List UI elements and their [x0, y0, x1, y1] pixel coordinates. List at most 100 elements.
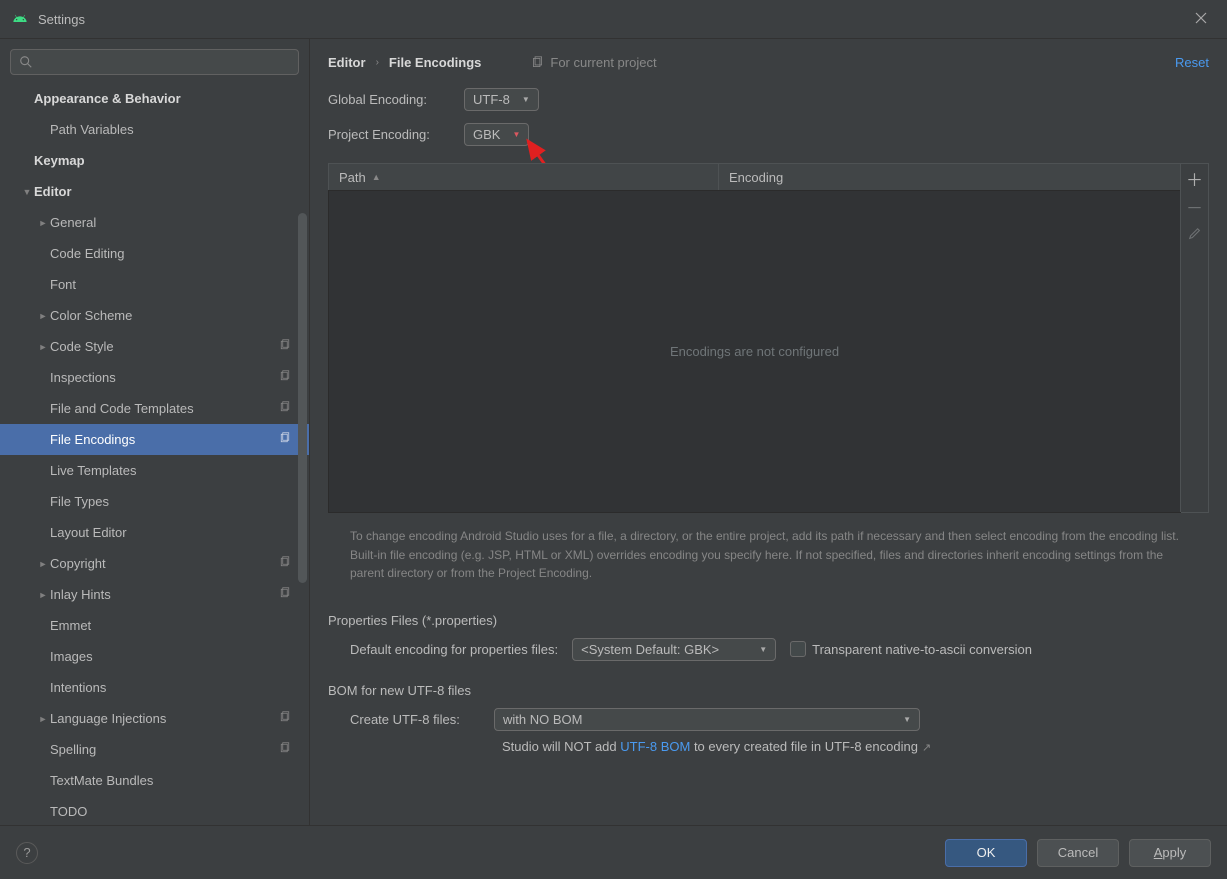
tree-item-images[interactable]: Images	[0, 641, 309, 672]
chevron-down-icon: ▼	[20, 187, 34, 197]
tree-item-label: Inspections	[50, 370, 279, 385]
tree-item-textmate-bundles[interactable]: TextMate Bundles	[0, 765, 309, 796]
scrollbar[interactable]	[298, 213, 307, 583]
tree-item-emmet[interactable]: Emmet	[0, 610, 309, 641]
copy-icon	[279, 742, 291, 757]
tree-item-inspections[interactable]: Inspections	[0, 362, 309, 393]
transparent-checkbox[interactable]: Transparent native-to-ascii conversion	[790, 641, 1032, 657]
tree-item-file-types[interactable]: File Types	[0, 486, 309, 517]
tree-item-file-and-code-templates[interactable]: File and Code Templates	[0, 393, 309, 424]
ok-button[interactable]: OK	[945, 839, 1027, 867]
chevron-right-icon: ►	[36, 714, 50, 724]
tree-item-label: Language Injections	[50, 711, 279, 726]
props-default-label: Default encoding for properties files:	[350, 642, 558, 657]
tree-item-label: Code Editing	[50, 246, 309, 261]
chevron-right-icon: ›	[376, 57, 379, 68]
reset-link[interactable]: Reset	[1175, 55, 1209, 70]
scope-label: For current project	[531, 55, 656, 70]
table-empty: Encodings are not configured	[328, 190, 1181, 513]
window-title: Settings	[38, 12, 85, 27]
tree-item-label: Live Templates	[50, 463, 309, 478]
close-icon[interactable]	[1187, 7, 1215, 31]
tree-item-label: Appearance & Behavior	[34, 91, 309, 106]
search-input[interactable]	[10, 49, 299, 75]
chevron-down-icon: ▼	[522, 95, 530, 104]
tree-item-todo[interactable]: TODO	[0, 796, 309, 825]
tree-item-live-templates[interactable]: Live Templates	[0, 455, 309, 486]
col-encoding[interactable]: Encoding	[719, 164, 1180, 190]
tree-item-language-injections[interactable]: ►Language Injections	[0, 703, 309, 734]
chevron-down-icon: ▼	[903, 715, 911, 724]
tree-item-general[interactable]: ►General	[0, 207, 309, 238]
utf8-bom-link[interactable]: UTF-8 BOM	[620, 739, 690, 754]
chevron-down-icon: ▼	[759, 645, 767, 654]
copy-icon	[279, 711, 291, 726]
tree-item-file-encodings[interactable]: File Encodings	[0, 424, 309, 455]
tree-item-path-variables[interactable]: Path Variables	[0, 114, 309, 145]
search-icon	[19, 55, 33, 69]
bom-hint: Studio will NOT add UTF-8 BOM to every c…	[328, 739, 1209, 754]
tree-item-label: Keymap	[34, 153, 309, 168]
cancel-button[interactable]: Cancel	[1037, 839, 1119, 867]
copy-icon	[279, 587, 291, 602]
tree-item-font[interactable]: Font	[0, 269, 309, 300]
copy-icon	[279, 339, 291, 354]
tree-item-label: Font	[50, 277, 309, 292]
help-button[interactable]: ?	[16, 842, 38, 864]
edit-button[interactable]	[1181, 220, 1209, 248]
android-icon	[12, 11, 28, 27]
footer: ? OK Cancel Apply	[0, 825, 1227, 879]
tree-item-label: Copyright	[50, 556, 279, 571]
tree-item-inlay-hints[interactable]: ►Inlay Hints	[0, 579, 309, 610]
external-link-icon: ↗	[922, 742, 931, 754]
create-utf8-select[interactable]: with NO BOM ▼	[494, 708, 920, 731]
col-path[interactable]: Path ▲	[329, 164, 719, 190]
chevron-right-icon: ►	[36, 342, 50, 352]
tree-item-layout-editor[interactable]: Layout Editor	[0, 517, 309, 548]
tree-item-label: Intentions	[50, 680, 309, 695]
tree-item-editor[interactable]: ▼Editor	[0, 176, 309, 207]
tree-item-color-scheme[interactable]: ►Color Scheme	[0, 300, 309, 331]
create-utf8-label: Create UTF-8 files:	[350, 712, 480, 727]
chevron-down-icon: ▼	[512, 130, 520, 139]
sort-asc-icon: ▲	[372, 172, 381, 182]
breadcrumb-leaf: File Encodings	[389, 55, 481, 70]
sidebar: Appearance & Behavior Path Variables Keyma…	[0, 39, 310, 825]
tree-item-code-style[interactable]: ►Code Style	[0, 331, 309, 362]
encoding-table: Path ▲ Encoding Encodings are not config…	[328, 163, 1209, 513]
global-encoding-select[interactable]: UTF-8 ▼	[464, 88, 539, 111]
tree-item-keymap[interactable]: Keymap	[0, 145, 309, 176]
tree-item-label: Inlay Hints	[50, 587, 279, 602]
tree-item-appearance-behavior[interactable]: Appearance & Behavior	[0, 83, 309, 114]
chevron-right-icon: ►	[36, 590, 50, 600]
tree-item-label: Emmet	[50, 618, 309, 633]
tree-item-code-editing[interactable]: Code Editing	[0, 238, 309, 269]
breadcrumb-root[interactable]: Editor	[328, 55, 366, 70]
settings-tree: Appearance & Behavior Path Variables Keyma…	[0, 83, 309, 825]
copy-icon	[279, 556, 291, 571]
tree-item-copyright[interactable]: ►Copyright	[0, 548, 309, 579]
tree-item-spelling[interactable]: Spelling	[0, 734, 309, 765]
bom-heading: BOM for new UTF-8 files	[328, 683, 1209, 698]
remove-button[interactable]: －	[1181, 192, 1209, 220]
project-encoding-select[interactable]: GBK ▼	[464, 123, 529, 146]
tree-item-label: General	[50, 215, 309, 230]
chevron-right-icon: ►	[36, 559, 50, 569]
copy-icon	[531, 56, 544, 69]
chevron-right-icon: ►	[36, 218, 50, 228]
props-default-select[interactable]: <System Default: GBK> ▼	[572, 638, 776, 661]
tree-item-label: Spelling	[50, 742, 279, 757]
tree-item-intentions[interactable]: Intentions	[0, 672, 309, 703]
add-button[interactable]: ＋	[1181, 164, 1209, 192]
copy-icon	[279, 370, 291, 385]
copy-icon	[279, 432, 291, 447]
tree-item-label: TODO	[50, 804, 309, 819]
tree-item-label: Path Variables	[50, 122, 309, 137]
tree-item-label: File Types	[50, 494, 309, 509]
help-text: To change encoding Android Studio uses f…	[328, 521, 1209, 599]
tree-item-label: File Encodings	[50, 432, 279, 447]
tree-item-label: Editor	[34, 184, 309, 199]
apply-button[interactable]: Apply	[1129, 839, 1211, 867]
titlebar: Settings	[0, 0, 1227, 38]
properties-heading: Properties Files (*.properties)	[328, 613, 1209, 628]
